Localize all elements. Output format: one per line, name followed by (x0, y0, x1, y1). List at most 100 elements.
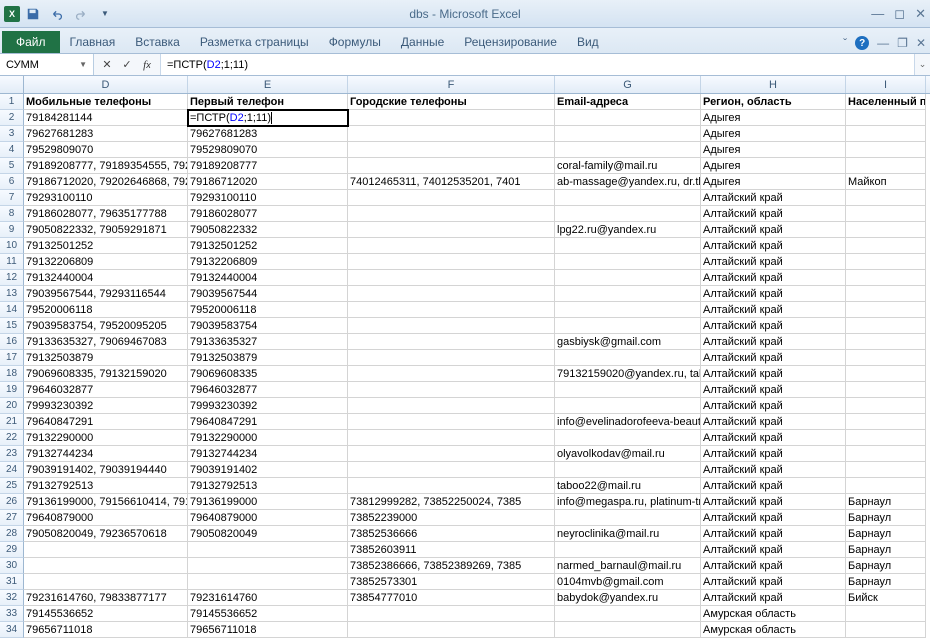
row-header[interactable]: 19 (0, 382, 24, 398)
ribbon-tab[interactable]: Данные (391, 31, 454, 53)
cell[interactable]: Мобильные телефоны (24, 94, 188, 110)
cell[interactable]: 79132792513 (188, 478, 348, 494)
cell[interactable] (846, 302, 926, 318)
cell[interactable] (555, 606, 701, 622)
row-header[interactable]: 25 (0, 478, 24, 494)
cell[interactable] (24, 558, 188, 574)
cell[interactable]: 79136199000, 79156610414, 7919 (24, 494, 188, 510)
cell[interactable]: Алтайский край (701, 334, 846, 350)
cell[interactable]: babydok@yandex.ru (555, 590, 701, 606)
cell[interactable]: 79039567544, 79293116544 (24, 286, 188, 302)
cell[interactable]: Алтайский край (701, 574, 846, 590)
cell[interactable]: Алтайский край (701, 494, 846, 510)
cell[interactable]: 79132792513 (24, 478, 188, 494)
cell[interactable]: Алтайский край (701, 270, 846, 286)
cell[interactable]: 79189208777 (188, 158, 348, 174)
column-header[interactable]: H (701, 76, 846, 93)
row-header[interactable]: 22 (0, 430, 24, 446)
cell[interactable]: Алтайский край (701, 414, 846, 430)
cell[interactable]: 79050822332, 79059291871 (24, 222, 188, 238)
cell[interactable] (555, 190, 701, 206)
column-header[interactable]: G (555, 76, 701, 93)
doc-close-icon[interactable]: ✕ (916, 36, 926, 50)
cell[interactable]: 79132440004 (24, 270, 188, 286)
maximize-icon[interactable]: ◻ (894, 6, 905, 22)
cell[interactable]: 79993230392 (188, 398, 348, 414)
row-header[interactable]: 29 (0, 542, 24, 558)
row-header[interactable]: 34 (0, 622, 24, 638)
cell[interactable]: 79186712020 (188, 174, 348, 190)
formula-expand-icon[interactable]: ⌄ (914, 54, 930, 75)
cell[interactable] (555, 542, 701, 558)
cell[interactable]: Алтайский край (701, 526, 846, 542)
cell[interactable]: 79145536652 (188, 606, 348, 622)
fx-icon[interactable]: fx (138, 56, 156, 74)
cell[interactable]: 79133635327, 79069467083 (24, 334, 188, 350)
cell[interactable] (348, 398, 555, 414)
cell[interactable] (348, 430, 555, 446)
cell[interactable] (348, 286, 555, 302)
row-header[interactable]: 6 (0, 174, 24, 190)
cell[interactable] (846, 446, 926, 462)
cell[interactable]: 79186028077, 79635177788 (24, 206, 188, 222)
row-header[interactable]: 23 (0, 446, 24, 462)
cell[interactable] (555, 510, 701, 526)
cell[interactable] (348, 110, 555, 126)
cell[interactable] (846, 606, 926, 622)
column-header[interactable]: D (24, 76, 188, 93)
cell[interactable] (555, 382, 701, 398)
cell[interactable] (348, 126, 555, 142)
cell[interactable] (555, 350, 701, 366)
cell[interactable] (846, 622, 926, 638)
cell[interactable] (348, 190, 555, 206)
cell[interactable]: 79132290000 (24, 430, 188, 446)
cell[interactable] (348, 478, 555, 494)
cell[interactable]: 79132503879 (24, 350, 188, 366)
ribbon-tab[interactable]: Вид (567, 31, 609, 53)
cell[interactable]: 79640879000 (24, 510, 188, 526)
cell[interactable]: 79136199000 (188, 494, 348, 510)
cell[interactable]: Барнаул (846, 494, 926, 510)
cell[interactable] (348, 302, 555, 318)
cell[interactable]: Адыгея (701, 174, 846, 190)
row-header[interactable]: 17 (0, 350, 24, 366)
cell[interactable]: Алтайский край (701, 206, 846, 222)
cell[interactable] (846, 126, 926, 142)
cell[interactable]: Адыгея (701, 126, 846, 142)
cell[interactable] (188, 542, 348, 558)
file-tab[interactable]: Файл (2, 31, 60, 53)
cell[interactable]: 79132159020@yandex.ru, talato (555, 366, 701, 382)
cell[interactable] (348, 158, 555, 174)
cell[interactable]: 79133635327 (188, 334, 348, 350)
accept-formula-icon[interactable]: ✓ (118, 56, 136, 74)
cell[interactable]: gasbiysk@gmail.com (555, 334, 701, 350)
cell[interactable]: narmed_barnaul@mail.ru (555, 558, 701, 574)
cell[interactable] (188, 558, 348, 574)
cell[interactable] (846, 382, 926, 398)
save-icon[interactable] (22, 3, 44, 25)
cell[interactable]: Алтайский край (701, 222, 846, 238)
cell[interactable]: Алтайский край (701, 542, 846, 558)
cell[interactable] (348, 318, 555, 334)
spreadsheet-grid[interactable]: DEFGHI 1Мобильные телефоныПервый телефон… (0, 76, 930, 638)
cell[interactable] (348, 206, 555, 222)
cell[interactable] (348, 414, 555, 430)
row-header[interactable]: 24 (0, 462, 24, 478)
cell[interactable] (555, 142, 701, 158)
cell[interactable]: 79186028077 (188, 206, 348, 222)
cell[interactable]: 79656711018 (24, 622, 188, 638)
cell[interactable]: 79293100110 (24, 190, 188, 206)
row-header[interactable]: 9 (0, 222, 24, 238)
row-header[interactable]: 5 (0, 158, 24, 174)
cell[interactable]: lpg22.ru@yandex.ru (555, 222, 701, 238)
cell[interactable] (348, 366, 555, 382)
row-header[interactable]: 32 (0, 590, 24, 606)
cell[interactable]: 79132501252 (188, 238, 348, 254)
cell[interactable]: Барнаул (846, 510, 926, 526)
cell[interactable]: 79069608335, 79132159020 (24, 366, 188, 382)
cell[interactable]: Алтайский край (701, 478, 846, 494)
cell[interactable] (555, 110, 701, 126)
ribbon-tab[interactable]: Главная (60, 31, 126, 53)
cell[interactable] (846, 478, 926, 494)
cell[interactable] (348, 446, 555, 462)
